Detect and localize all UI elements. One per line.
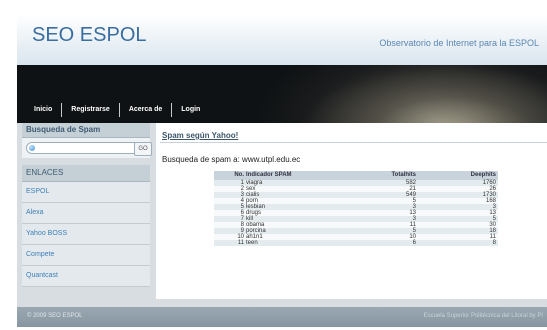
main-nav: Inicio Registrarse Acerca de Login bbox=[25, 103, 209, 117]
main-content: Spam según Yahoo! Busqueda de spam a: ww… bbox=[156, 123, 547, 299]
column-header-deephits: Deephits bbox=[416, 171, 498, 180]
nav-item-acerca-de[interactable]: Acerca de bbox=[120, 103, 173, 117]
page-title[interactable]: Spam según Yahoo! bbox=[162, 131, 238, 140]
link-compete[interactable]: Compete bbox=[22, 245, 150, 266]
copyright-text: © 2009 SEO ESPOL bbox=[27, 313, 83, 319]
nav-item-login[interactable]: Login bbox=[172, 103, 209, 117]
globe-icon bbox=[29, 145, 35, 151]
spam-search-form: GO bbox=[22, 138, 152, 158]
column-header-indicator: Indicador SPAM bbox=[246, 171, 332, 180]
site-tagline: Observatorio de Internet para la ESPOL bbox=[379, 38, 539, 48]
cell-totalhits: 6 bbox=[332, 240, 416, 246]
school-text: Escuela Superior Politécnica del Litoral… bbox=[423, 313, 543, 319]
spam-search-input[interactable] bbox=[26, 142, 148, 154]
link-alexa[interactable]: Alexa bbox=[22, 203, 150, 224]
spam-table: No. Indicador SPAM Totalhits Deephits 1v… bbox=[214, 171, 498, 246]
earth-image bbox=[297, 65, 547, 123]
nav-item-registrarse[interactable]: Registrarse bbox=[62, 103, 120, 117]
page-frame: SEO ESPOL Observatorio de Internet para … bbox=[17, 15, 547, 327]
link-quantcast[interactable]: Quantcast bbox=[22, 266, 150, 287]
cell-indicator: teen bbox=[246, 240, 332, 246]
spam-search-title: Busqueda de Spam bbox=[22, 123, 150, 138]
divider bbox=[160, 142, 547, 143]
header: SEO ESPOL Observatorio de Internet para … bbox=[17, 15, 547, 123]
nav-item-inicio[interactable]: Inicio bbox=[25, 103, 63, 117]
spam-table-body: 1 viagra 582 1760 2 sex 21 26 3 cialis 549 1730 4 por… bbox=[214, 180, 498, 246]
site-title[interactable]: SEO ESPOL bbox=[32, 24, 147, 47]
column-header-totalhits: Totalhits bbox=[332, 171, 416, 180]
cell-no: 11 bbox=[214, 240, 246, 246]
column-header-no: No. bbox=[214, 171, 246, 180]
go-button[interactable]: GO bbox=[134, 142, 152, 156]
link-yahoo-boss[interactable]: Yahoo BOSS bbox=[22, 224, 150, 245]
links-title: ENLACES bbox=[22, 165, 150, 182]
search-result-text: Busqueda de spam a: www.utpl.edu.ec bbox=[162, 155, 301, 164]
table-header-row: No. Indicador SPAM Totalhits Deephits bbox=[214, 171, 498, 180]
footer: © 2009 SEO ESPOL Escuela Superior Polité… bbox=[17, 307, 547, 327]
table-row: 11 teen 6 8 bbox=[214, 240, 498, 246]
link-espol[interactable]: ESPOL bbox=[22, 182, 150, 203]
cell-deephits: 8 bbox=[416, 240, 498, 246]
sidebar: Busqueda de Spam GO ENLACES ESPOL Alexa … bbox=[22, 123, 152, 293]
